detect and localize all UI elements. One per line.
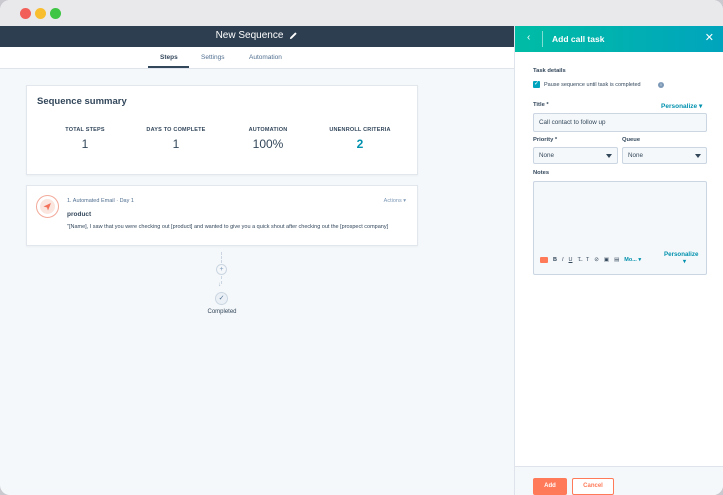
stat-label: AUTOMATION — [223, 127, 313, 133]
step-subject: product — [67, 211, 91, 218]
title-field-label: Title * — [533, 102, 549, 108]
close-window-button[interactable] — [20, 8, 31, 19]
personalize-label: Personalize — [661, 103, 697, 110]
personalize-notes-dropdown[interactable]: Personalize▾ — [664, 251, 698, 265]
tab-steps[interactable]: Steps — [160, 54, 178, 61]
personalize-title-dropdown[interactable]: Personalize ▾ — [661, 102, 702, 110]
priority-select[interactable]: None — [533, 147, 618, 164]
priority-value: None — [539, 152, 554, 159]
pencil-icon[interactable] — [289, 31, 298, 40]
header-divider — [542, 31, 543, 47]
stat-value: 100% — [223, 137, 313, 151]
add-button[interactable]: Add — [533, 478, 567, 495]
notes-editor[interactable]: B I U T̶ T ⊘ ▣ ▤ Mo... ▾ Personalize▾ — [533, 181, 707, 275]
add-call-task-panel: ‹ Add call task ✕ Task details ✓ Pause s… — [514, 26, 723, 495]
pause-sequence-checkbox[interactable]: ✓ — [533, 81, 540, 88]
notes-field-label: Notes — [533, 170, 549, 176]
italic-button[interactable]: I — [562, 257, 564, 263]
pause-sequence-label[interactable]: Pause sequence until task is completed — [544, 82, 641, 88]
stat-label: DAYS TO COMPLETE — [131, 127, 221, 133]
personalize-label: Personalize — [664, 251, 698, 258]
info-icon[interactable]: i — [658, 82, 664, 88]
checkmark-icon: ✓ — [215, 292, 228, 305]
zoom-window-button[interactable] — [50, 8, 61, 19]
stat-unenroll-criteria: UNENROLL CRITERIA 2 — [315, 127, 405, 151]
queue-value: None — [628, 152, 643, 159]
table-icon[interactable]: ▤ — [614, 257, 619, 263]
close-icon[interactable]: ✕ — [705, 31, 714, 44]
sequence-step-card[interactable]: 1. Automated Email · Day 1 Actions ▾ pro… — [26, 185, 418, 246]
underline-button[interactable]: U — [569, 257, 573, 263]
stat-value: 1 — [40, 137, 130, 151]
video-icon[interactable] — [540, 257, 548, 263]
queue-field-label: Queue — [622, 137, 640, 143]
sequence-header: New Sequence — [0, 26, 514, 47]
more-label: Mo... — [624, 257, 637, 263]
email-step-icon — [36, 195, 59, 218]
sequence-title[interactable]: New Sequence — [216, 30, 284, 41]
chevron-down-icon: ▾ — [664, 258, 686, 265]
actions-label: Actions — [384, 198, 402, 204]
stat-value: 1 — [131, 137, 221, 151]
tab-settings[interactable]: Settings — [201, 54, 225, 61]
chevron-down-icon: ▾ — [699, 103, 702, 110]
stat-label: UNENROLL CRITERIA — [315, 127, 405, 133]
task-details-heading: Task details — [533, 68, 566, 74]
more-options-dropdown[interactable]: Mo... ▾ — [624, 257, 641, 263]
arrow-down-icon: ↓ — [218, 282, 221, 288]
strikethrough-button[interactable]: T̶ — [578, 257, 581, 263]
panel-header: ‹ Add call task ✕ — [515, 26, 723, 52]
completed-label: Completed — [196, 309, 248, 315]
flow-connector — [221, 252, 222, 263]
font-size-button[interactable]: T — [586, 257, 589, 263]
stat-automation: AUTOMATION 100% — [223, 127, 313, 151]
panel-footer: Add Cancel — [515, 466, 723, 495]
cancel-button[interactable]: Cancel — [572, 478, 614, 495]
add-step-button[interactable]: + — [216, 264, 227, 275]
stat-days-to-complete: DAYS TO COMPLETE 1 — [131, 127, 221, 151]
app-window: New Sequence Steps Settings Automation S… — [0, 0, 723, 495]
tab-automation[interactable]: Automation — [249, 54, 282, 61]
flow-connector — [221, 276, 222, 284]
panel-title: Add call task — [552, 34, 604, 44]
unenroll-criteria-link[interactable]: 2 — [315, 137, 405, 151]
queue-select[interactable]: None — [622, 147, 707, 164]
task-title-input[interactable]: Call contact to follow up — [533, 113, 707, 132]
tab-bar: Steps Settings Automation — [0, 47, 514, 69]
back-chevron-icon[interactable]: ‹ — [527, 32, 530, 43]
active-tab-indicator — [148, 66, 189, 68]
step-body-preview: "[Name], I saw that you were checking ou… — [67, 224, 409, 230]
summary-title: Sequence summary — [37, 96, 127, 107]
image-icon[interactable]: ▣ — [604, 257, 609, 263]
caret-down-icon — [606, 154, 612, 158]
window-titlebar — [0, 0, 723, 26]
minimize-window-button[interactable] — [35, 8, 46, 19]
rich-text-toolbar: B I U T̶ T ⊘ ▣ ▤ Mo... ▾ — [540, 254, 641, 266]
bold-button[interactable]: B — [553, 257, 557, 263]
priority-field-label: Priority * — [533, 137, 557, 143]
chevron-down-icon: ▾ — [403, 198, 406, 204]
caret-down-icon — [695, 154, 701, 158]
step-actions-dropdown[interactable]: Actions ▾ — [384, 198, 406, 204]
stat-total-steps: TOTAL STEPS 1 — [40, 127, 130, 151]
paper-plane-icon — [40, 199, 55, 214]
step-meta: 1. Automated Email · Day 1 — [67, 198, 134, 204]
link-icon[interactable]: ⊘ — [594, 257, 599, 263]
stat-label: TOTAL STEPS — [40, 127, 130, 133]
sequence-summary-card: Sequence summary TOTAL STEPS 1 DAYS TO C… — [26, 85, 418, 175]
